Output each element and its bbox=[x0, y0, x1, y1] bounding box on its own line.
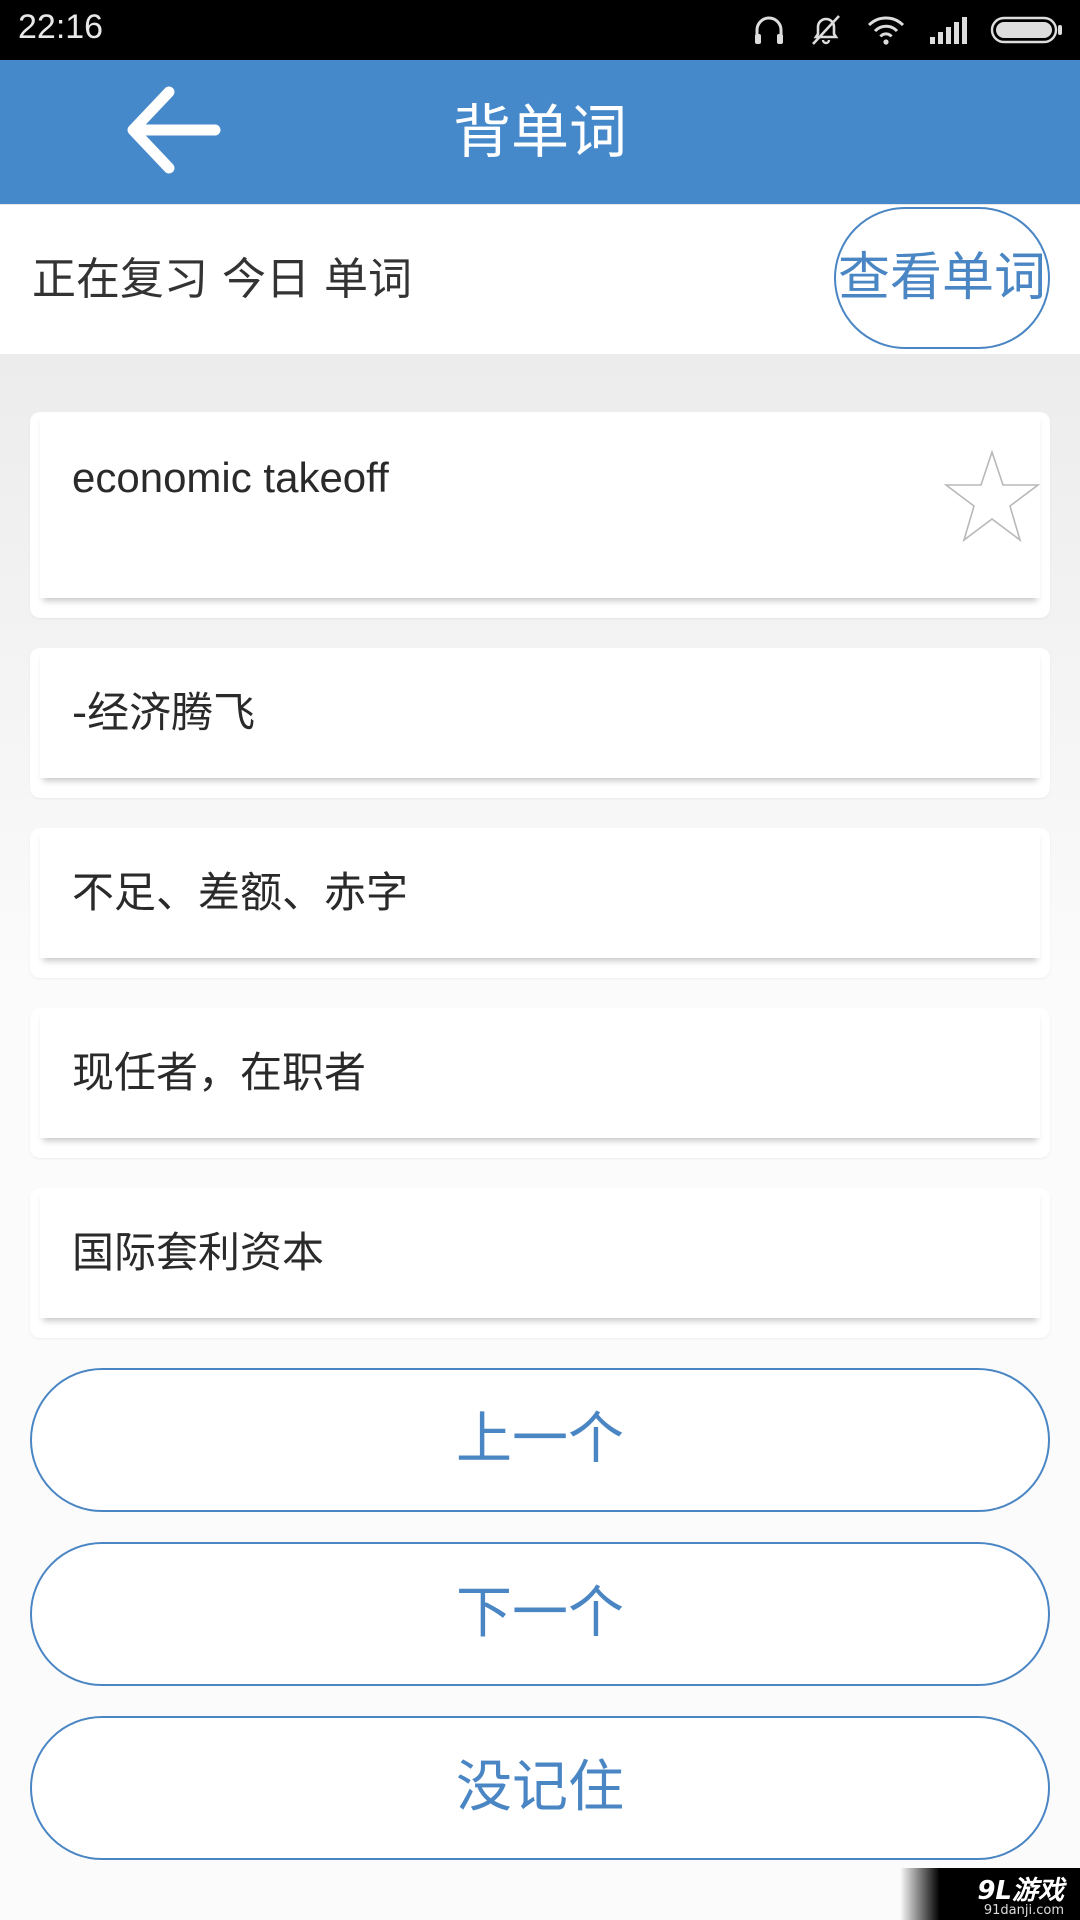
option-text: 现任者，在职者 bbox=[72, 1048, 367, 1097]
option-card-inner: 不足、差额、赤字 bbox=[40, 828, 1040, 958]
wifi-icon bbox=[866, 14, 906, 46]
option-text: 不足、差额、赤字 bbox=[72, 868, 409, 917]
option-card-inner: 现任者，在职者 bbox=[40, 1008, 1040, 1138]
back-button[interactable] bbox=[118, 82, 228, 182]
option-text: 国际套利资本 bbox=[72, 1228, 325, 1277]
option-card[interactable]: 不足、差额、赤字 bbox=[30, 828, 1050, 978]
word-text: economic takeoff bbox=[72, 454, 389, 501]
status-bar: 22:16 bbox=[0, 0, 1080, 60]
forgot-button[interactable]: 没记住 bbox=[30, 1716, 1050, 1860]
headset-icon bbox=[752, 13, 786, 47]
watermark: 9L游戏 91danji.com bbox=[900, 1868, 1080, 1920]
app-bar: 背单词 bbox=[0, 60, 1080, 204]
previous-button[interactable]: 上一个 bbox=[30, 1368, 1050, 1512]
option-card-inner: 国际套利资本 bbox=[40, 1188, 1040, 1318]
option-card[interactable]: 国际套利资本 bbox=[30, 1188, 1050, 1338]
word-card: economic takeoff bbox=[30, 412, 1050, 618]
option-card-inner: -经济腾飞 bbox=[40, 648, 1040, 778]
watermark-logo: 9L游戏 bbox=[977, 1876, 1064, 1906]
option-card[interactable]: -经济腾飞 bbox=[30, 648, 1050, 798]
reviewing-status-text: 正在复习 今日 单词 bbox=[32, 254, 412, 305]
word-card-inner: economic takeoff bbox=[40, 412, 1041, 598]
signal-icon bbox=[928, 15, 968, 45]
status-time: 22:16 bbox=[18, 8, 104, 46]
watermark-url: 91danji.com bbox=[983, 1903, 1064, 1918]
status-icons bbox=[752, 12, 1064, 48]
review-header: 正在复习 今日 单词 查看单词 bbox=[0, 204, 1080, 354]
next-button[interactable]: 下一个 bbox=[30, 1542, 1050, 1686]
option-card[interactable]: 现任者，在职者 bbox=[30, 1008, 1050, 1158]
mute-icon bbox=[808, 13, 844, 47]
back-arrow-icon bbox=[125, 86, 221, 178]
option-text: -经济腾飞 bbox=[72, 688, 256, 737]
view-words-button[interactable]: 查看单词 bbox=[834, 207, 1050, 349]
battery-icon bbox=[990, 15, 1064, 45]
star-outline-icon[interactable] bbox=[943, 448, 1041, 544]
